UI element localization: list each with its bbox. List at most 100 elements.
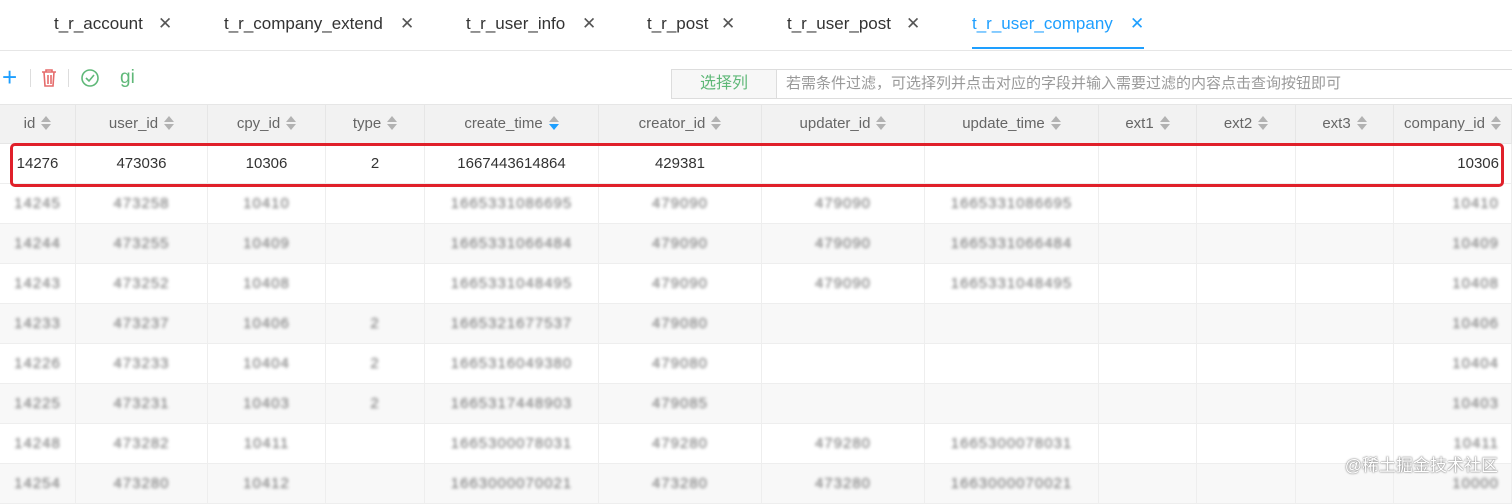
cell-type[interactable] [326, 184, 425, 224]
cell-updater-id[interactable]: 473280 [762, 464, 925, 504]
cell-user-id[interactable]: 473258 [76, 184, 208, 224]
cell-ext3[interactable] [1296, 184, 1394, 224]
close-icon[interactable]: ✕ [1130, 0, 1144, 48]
column-header-ext3[interactable]: ext3 [1296, 105, 1394, 145]
tab-t-r-user-post[interactable]: t_r_user_post ✕ [787, 0, 920, 50]
cell-user-id[interactable]: 473255 [76, 224, 208, 264]
tab-t-r-account[interactable]: t_r_account ✕ [54, 0, 172, 50]
sort-icon[interactable] [711, 116, 722, 130]
cell-ext1[interactable] [1099, 384, 1197, 424]
cell-update-time[interactable]: 1665331048495 [925, 264, 1099, 304]
column-header-user-id[interactable]: user_id [76, 105, 208, 145]
cell-ext1[interactable] [1099, 344, 1197, 384]
cell-company-id[interactable]: 10403 [1394, 384, 1512, 424]
cell-ext1[interactable] [1099, 184, 1197, 224]
cell-create-time[interactable]: 1663000070021 [425, 464, 599, 504]
cell-creator-id[interactable]: 479090 [599, 184, 762, 224]
sort-icon[interactable] [876, 116, 887, 130]
column-header-updater-id[interactable]: updater_id [762, 105, 925, 145]
cell-create-time[interactable]: 1665316049380 [425, 344, 599, 384]
cell-creator-id[interactable]: 479090 [599, 264, 762, 304]
cell-update-time[interactable]: 1665300078031 [925, 424, 1099, 464]
cell-id[interactable]: 14243 [0, 264, 76, 304]
table-row[interactable]: 14254 473280 10412 1663000070021 473280 47328… [0, 464, 1512, 504]
cell-create-time[interactable]: 1665321677537 [425, 304, 599, 344]
cell-user-id[interactable]: 473231 [76, 384, 208, 424]
close-icon[interactable]: ✕ [721, 0, 735, 48]
cell-id[interactable]: 14276 [0, 144, 76, 184]
cell-update-time[interactable] [925, 384, 1099, 424]
sort-icon[interactable] [286, 116, 297, 130]
cell-ext1[interactable] [1099, 224, 1197, 264]
cell-type[interactable]: 2 [326, 144, 425, 184]
table-row[interactable]: 14225 473231 10403 2 1665317448903 479085 1040… [0, 384, 1512, 424]
cell-cpy-id[interactable]: 10410 [208, 184, 326, 224]
cell-creator-id[interactable]: 479090 [599, 224, 762, 264]
cell-id[interactable]: 14225 [0, 384, 76, 424]
close-icon[interactable]: ✕ [400, 0, 414, 48]
cell-ext2[interactable] [1197, 264, 1296, 304]
table-row[interactable]: 14245 473258 10410 1665331086695 479090 47909… [0, 184, 1512, 224]
cell-updater-id[interactable]: 479090 [762, 224, 925, 264]
cell-company-id[interactable]: 10306 [1394, 144, 1512, 184]
cell-updater-id[interactable] [762, 384, 925, 424]
cell-user-id[interactable]: 473233 [76, 344, 208, 384]
cell-cpy-id[interactable]: 10409 [208, 224, 326, 264]
cell-ext3[interactable] [1296, 304, 1394, 344]
sort-icon[interactable] [1356, 116, 1367, 130]
cell-company-id[interactable]: 10406 [1394, 304, 1512, 344]
table-row[interactable]: 14248 473282 10411 1665300078031 479280 47928… [0, 424, 1512, 464]
cell-ext2[interactable] [1197, 384, 1296, 424]
cell-updater-id[interactable] [762, 304, 925, 344]
cell-id[interactable]: 14226 [0, 344, 76, 384]
cell-ext1[interactable] [1099, 264, 1197, 304]
cell-ext1[interactable] [1099, 464, 1197, 504]
cell-ext2[interactable] [1197, 344, 1296, 384]
cell-type[interactable]: 2 [326, 304, 425, 344]
cell-id[interactable]: 14245 [0, 184, 76, 224]
cell-ext2[interactable] [1197, 144, 1296, 184]
column-header-ext1[interactable]: ext1 [1099, 105, 1197, 145]
sort-icon[interactable] [1159, 116, 1170, 130]
cell-id[interactable]: 14244 [0, 224, 76, 264]
cell-update-time[interactable]: 1665331066484 [925, 224, 1099, 264]
sort-icon[interactable] [548, 116, 559, 130]
cell-creator-id[interactable]: 479280 [599, 424, 762, 464]
cell-ext1[interactable] [1099, 304, 1197, 344]
cell-ext3[interactable] [1296, 264, 1394, 304]
cell-creator-id[interactable]: 473280 [599, 464, 762, 504]
cell-creator-id[interactable]: 429381 [599, 144, 762, 184]
add-icon[interactable]: + [2, 64, 17, 91]
sort-icon[interactable] [164, 116, 175, 130]
table-row[interactable]: 14243 473252 10408 1665331048495 479090 47909… [0, 264, 1512, 304]
cell-create-time[interactable]: 1665317448903 [425, 384, 599, 424]
cell-updater-id[interactable]: 479280 [762, 424, 925, 464]
close-icon[interactable]: ✕ [582, 0, 596, 48]
cell-create-time[interactable]: 1665300078031 [425, 424, 599, 464]
column-header-creator-id[interactable]: creator_id [599, 105, 762, 145]
cell-cpy-id[interactable]: 10406 [208, 304, 326, 344]
gi-button[interactable]: gi [120, 65, 135, 91]
cell-user-id[interactable]: 473036 [76, 144, 208, 184]
cell-creator-id[interactable]: 479085 [599, 384, 762, 424]
cell-updater-id[interactable] [762, 344, 925, 384]
table-row[interactable]: 14226 473233 10404 2 1665316049380 479080 1040… [0, 344, 1512, 384]
sort-icon[interactable] [387, 116, 398, 130]
cell-cpy-id[interactable]: 10403 [208, 384, 326, 424]
cell-user-id[interactable]: 473252 [76, 264, 208, 304]
sort-icon[interactable] [1490, 116, 1501, 130]
cell-type[interactable] [326, 424, 425, 464]
cell-creator-id[interactable]: 479080 [599, 304, 762, 344]
check-circle-icon[interactable] [80, 65, 100, 91]
cell-cpy-id[interactable]: 10408 [208, 264, 326, 304]
sort-icon[interactable] [1050, 116, 1061, 130]
cell-id[interactable]: 14248 [0, 424, 76, 464]
cell-ext2[interactable] [1197, 224, 1296, 264]
cell-ext3[interactable] [1296, 384, 1394, 424]
cell-user-id[interactable]: 473237 [76, 304, 208, 344]
cell-ext1[interactable] [1099, 144, 1197, 184]
cell-id[interactable]: 14254 [0, 464, 76, 504]
sort-icon[interactable] [41, 116, 52, 130]
column-header-ext2[interactable]: ext2 [1197, 105, 1296, 145]
tab-t-r-post[interactable]: t_r_post ✕ [647, 0, 735, 50]
